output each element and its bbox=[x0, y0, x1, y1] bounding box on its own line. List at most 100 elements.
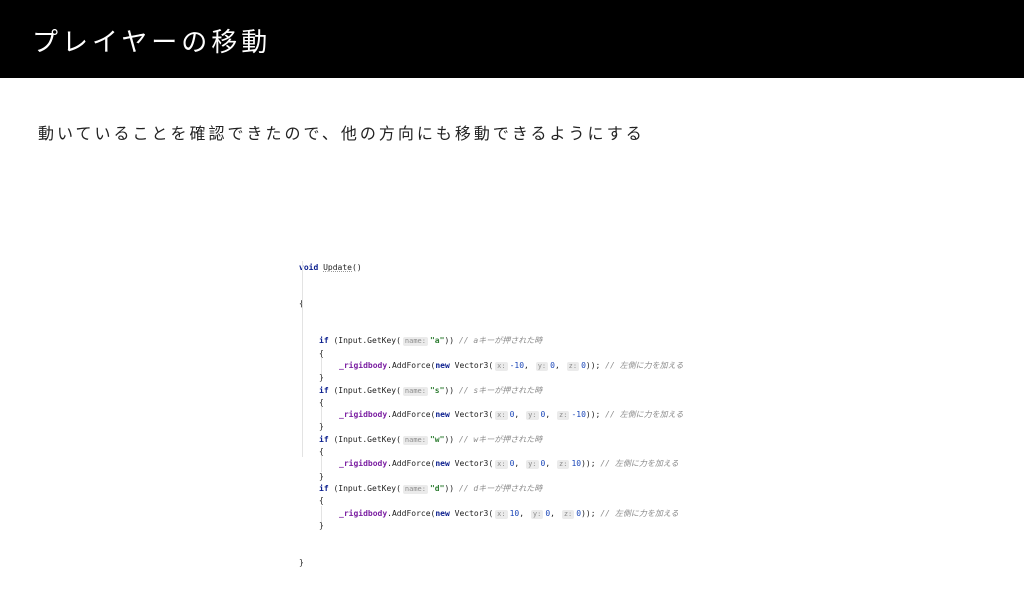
code-brace: } bbox=[319, 422, 324, 432]
code-brace: { bbox=[319, 496, 324, 506]
code-keyword-if: if bbox=[319, 483, 329, 493]
code-comma: , bbox=[550, 508, 555, 518]
code-end: )); bbox=[581, 508, 596, 518]
slide-description: 動いていることを確認できたので、他の方向にも移動できるようにする bbox=[38, 124, 645, 143]
code-brace: } bbox=[319, 471, 324, 481]
param-hint-y: y: bbox=[530, 509, 544, 519]
code-line-if: if (Input.GetKey(name: "a")) // aキーが押された時 bbox=[299, 335, 689, 347]
code-vector3: Vector3( bbox=[454, 459, 494, 469]
code-end: )); bbox=[585, 360, 601, 370]
code-close-call: )) bbox=[444, 434, 455, 444]
param-hint-x: x: bbox=[495, 460, 508, 470]
code-comma: , bbox=[514, 459, 520, 469]
code-comma: , bbox=[524, 360, 529, 370]
code-add-force: .AddForce( bbox=[387, 360, 436, 370]
code-if-blocks: if (Input.GetKey(name: "a")) // aキーが押された時… bbox=[299, 335, 689, 532]
code-keyword-new: new bbox=[435, 508, 450, 518]
code-input-call: (Input.GetKey( bbox=[333, 483, 401, 493]
param-hint-name: name: bbox=[402, 386, 428, 396]
code-close-call: )) bbox=[444, 385, 455, 395]
code-parens: () bbox=[352, 262, 362, 272]
code-close-call: )) bbox=[444, 483, 455, 493]
code-comment-slashes: // bbox=[605, 410, 615, 420]
param-hint-z: z: bbox=[557, 411, 570, 421]
code-field-rigidbody: _rigidbody bbox=[339, 459, 388, 469]
code-method-name: Update bbox=[323, 262, 352, 272]
code-line-close: } bbox=[299, 557, 689, 569]
code-line-signature: void Update() bbox=[299, 262, 689, 274]
code-x-value: 10 bbox=[509, 508, 520, 518]
param-hint-z: z: bbox=[561, 509, 575, 519]
param-hint-name: name: bbox=[402, 484, 428, 494]
code-z-value: 10 bbox=[571, 459, 582, 469]
code-brace: { bbox=[319, 397, 324, 407]
code-z-value: -10 bbox=[571, 410, 586, 420]
code-keyword-if: if bbox=[319, 336, 329, 346]
code-line-open-brace: { bbox=[299, 446, 689, 458]
param-hint-y: y: bbox=[535, 361, 549, 371]
code-key-string: "d" bbox=[429, 483, 445, 493]
code-comma: , bbox=[514, 410, 520, 420]
code-input-call: (Input.GetKey( bbox=[333, 434, 401, 444]
code-line-add-force: _rigidbody.AddForce(new Vector3(x: 0, y: 0… bbox=[299, 456, 689, 473]
code-line-open: { bbox=[299, 298, 689, 310]
code-add-force: .AddForce( bbox=[387, 508, 436, 518]
code-input-call: (Input.GetKey( bbox=[333, 336, 401, 346]
code-line-close-brace: } bbox=[299, 421, 689, 433]
code-keyword-new: new bbox=[435, 459, 450, 469]
code-key-string: "s" bbox=[429, 385, 445, 395]
code-end: )); bbox=[585, 410, 601, 420]
code-field-rigidbody: _rigidbody bbox=[339, 410, 388, 420]
code-line-add-force: _rigidbody.AddForce(new Vector3(x: 10, y:… bbox=[299, 505, 689, 522]
param-hint-y: y: bbox=[526, 460, 539, 470]
code-comment-slashes: // bbox=[458, 434, 469, 444]
code-keyword-if: if bbox=[319, 434, 329, 444]
param-hint-x: x: bbox=[495, 411, 508, 421]
code-comma: , bbox=[545, 410, 551, 420]
code-keyword-new: new bbox=[435, 410, 450, 420]
code-line-add-force: _rigidbody.AddForce(new Vector3(x: 0, y: 0… bbox=[299, 407, 689, 424]
code-comment-key: dキーが押された時 bbox=[473, 483, 543, 493]
code-line-close-brace: } bbox=[299, 520, 689, 532]
code-line-add-force: _rigidbody.AddForce(new Vector3(x: -10, y… bbox=[299, 357, 689, 374]
code-line-if: if (Input.GetKey(name: "w")) // wキーが押された時 bbox=[299, 434, 689, 446]
code-brace: { bbox=[319, 447, 324, 457]
param-hint-name: name: bbox=[402, 337, 428, 347]
code-comment-force: 左側に力を加える bbox=[619, 360, 684, 370]
code-line-close-brace: } bbox=[299, 471, 689, 483]
code-block: void Update() { if (Input.GetKey(name:"a… bbox=[299, 237, 689, 594]
code-vector3: Vector3( bbox=[454, 360, 494, 370]
param-hint-name: name: bbox=[402, 435, 428, 445]
code-comment-force: 左側に力を加える bbox=[614, 459, 679, 469]
code-line-close-brace: } bbox=[299, 372, 689, 384]
code-input-call: (Input.GetKey( bbox=[333, 385, 401, 395]
code-brace: } bbox=[299, 557, 304, 567]
code-field-rigidbody: _rigidbody bbox=[339, 360, 388, 370]
code-brace: } bbox=[319, 520, 324, 530]
code-comment-key: aキーが押された時 bbox=[473, 336, 543, 346]
code-comment-slashes: // bbox=[600, 508, 610, 518]
code-brace: } bbox=[319, 373, 324, 383]
slide-title: プレイヤーの移動 bbox=[32, 28, 272, 58]
code-comment-force: 左側に力を加える bbox=[614, 508, 679, 518]
code-close-call: )) bbox=[444, 336, 455, 346]
title-bar: プレイヤーの移動 bbox=[0, 0, 1024, 78]
code-comma: , bbox=[554, 360, 560, 370]
code-comment-slashes: // bbox=[458, 483, 469, 493]
param-hint-z: z: bbox=[557, 460, 570, 470]
code-keyword-if: if bbox=[319, 385, 329, 395]
code-line-if: if (Input.GetKey(name: "d")) // dキーが押された時 bbox=[299, 483, 689, 495]
code-comment-force: 左側に力を加える bbox=[619, 410, 684, 420]
code-comment-slashes: // bbox=[458, 336, 469, 346]
code-field-rigidbody: _rigidbody bbox=[339, 508, 388, 518]
code-x-value: -10 bbox=[509, 360, 525, 370]
code-add-force: .AddForce( bbox=[387, 459, 436, 469]
code-comma: , bbox=[519, 508, 525, 518]
code-line-open-brace: { bbox=[299, 495, 689, 507]
indent-guide bbox=[302, 261, 303, 457]
param-hint-x: x: bbox=[495, 509, 508, 519]
code-screenshot: void Update() { if (Input.GetKey(name:"a… bbox=[299, 237, 689, 567]
code-end: )); bbox=[581, 459, 596, 469]
param-hint-x: x: bbox=[495, 361, 508, 371]
code-comment-key: wキーが押された時 bbox=[473, 434, 543, 444]
